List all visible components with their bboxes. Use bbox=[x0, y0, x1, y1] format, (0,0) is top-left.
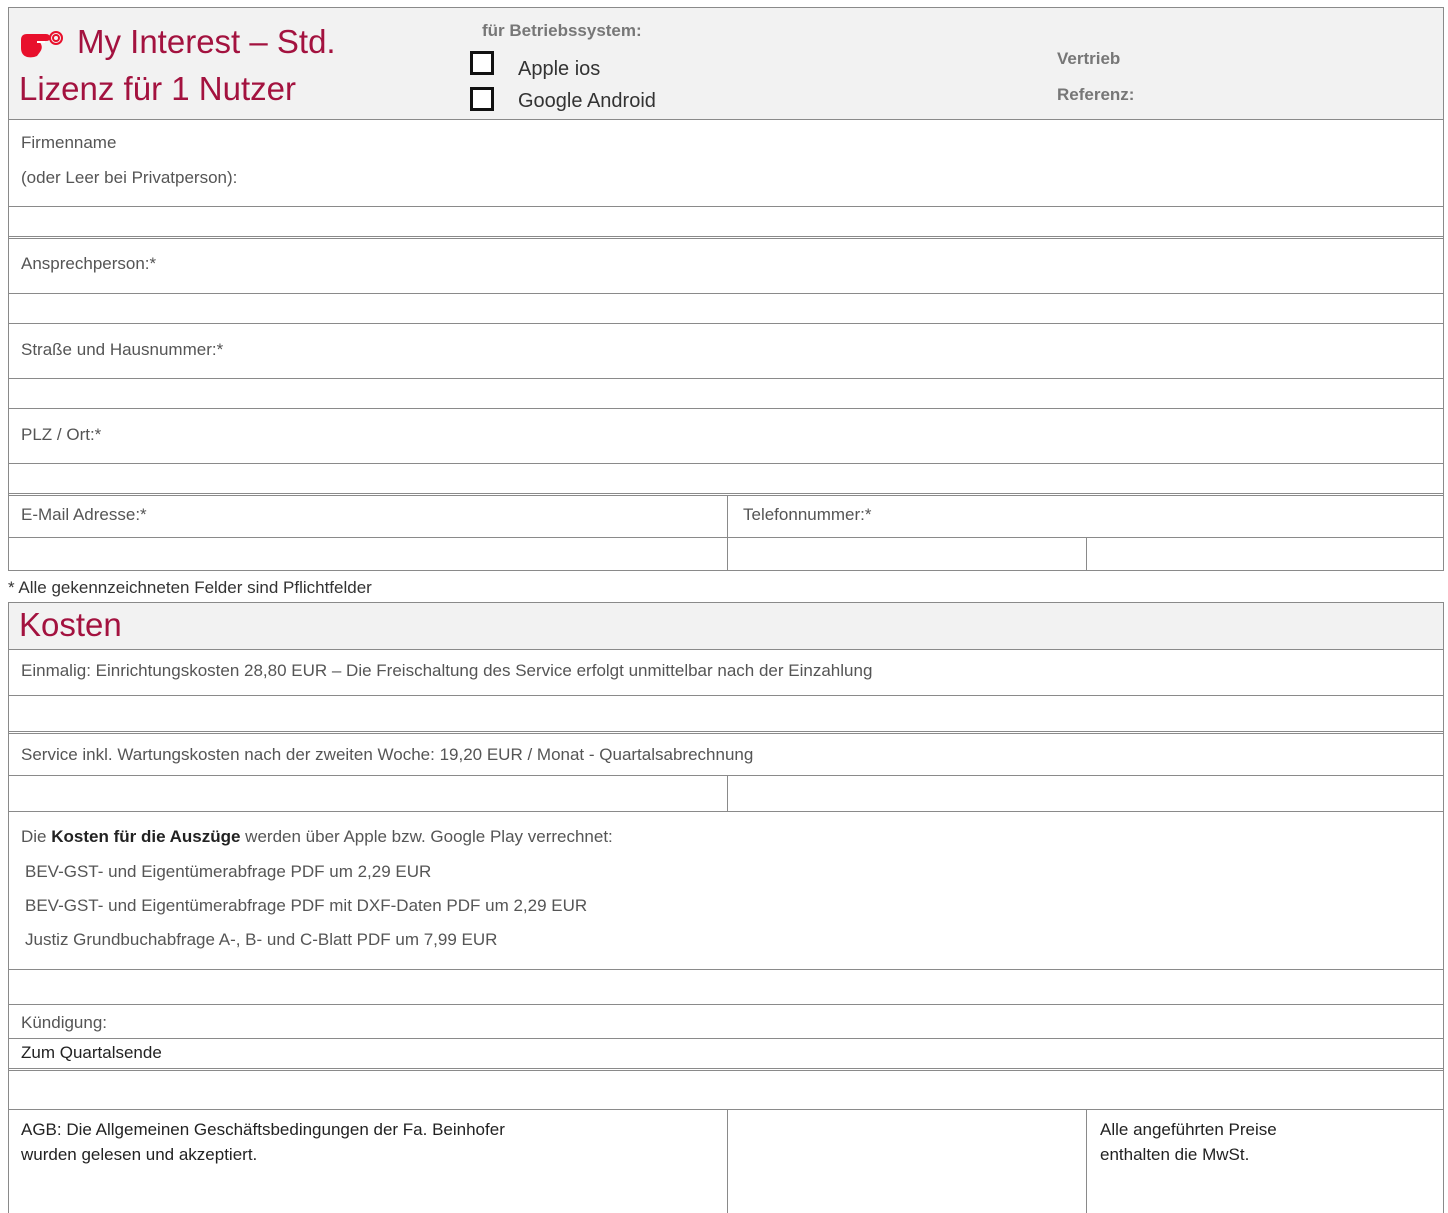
required-fields-note: * Alle gekennzeichneten Felder sind Pfli… bbox=[8, 578, 372, 597]
pointing-hand-icon bbox=[19, 28, 65, 65]
customer-form: My Interest – Std. Lizenz für 1 Nutzer f… bbox=[8, 7, 1444, 571]
agb-text-line2: wurden gelesen und akzeptiert. bbox=[21, 1145, 258, 1164]
vat-note-line2: enthalten die MwSt. bbox=[1100, 1145, 1250, 1164]
extracts-field[interactable] bbox=[9, 969, 1443, 1004]
form-header: My Interest – Std. Lizenz für 1 Nutzer f… bbox=[9, 8, 1443, 119]
company-label: Firmenname bbox=[21, 133, 117, 152]
termination-label: Kündigung: bbox=[21, 1013, 108, 1032]
street-label: Straße und Hausnummer:* bbox=[21, 340, 224, 359]
company-sublabel: (oder Leer bei Privatperson): bbox=[21, 168, 238, 187]
contact-field[interactable] bbox=[9, 293, 1443, 323]
google-android-label: Google Android bbox=[518, 90, 656, 112]
street-field[interactable] bbox=[9, 378, 1443, 408]
extract-item: BEV-GST- und Eigentümerabfrage PDF um 2,… bbox=[25, 862, 432, 881]
extract-item: Justiz Grundbuchabfrage A-, B- und C-Bla… bbox=[25, 930, 498, 949]
service-field-row bbox=[9, 775, 1443, 811]
termination-value-row: Zum Quartalsende bbox=[9, 1038, 1443, 1068]
email-field[interactable] bbox=[9, 538, 727, 570]
email-label: E-Mail Adresse:* bbox=[21, 505, 147, 524]
company-field[interactable] bbox=[9, 206, 1443, 236]
city-label: PLZ / Ort:* bbox=[21, 425, 102, 444]
costs-section: Kosten Einmalig: Einrichtungskosten 28,8… bbox=[8, 602, 1444, 1213]
referenz-label: Referenz: bbox=[1057, 85, 1135, 104]
extracts-row: Die Kosten für die Auszüge werden über A… bbox=[9, 811, 1443, 969]
setup-field[interactable] bbox=[9, 695, 1443, 731]
phone-extra-field[interactable] bbox=[1087, 538, 1443, 570]
city-field[interactable] bbox=[9, 463, 1443, 493]
service-cost-text: Service inkl. Wartungskosten nach der zw… bbox=[21, 745, 754, 764]
vertrieb-label: Vertrieb bbox=[1057, 49, 1121, 68]
termination-label-row: Kündigung: bbox=[9, 1004, 1443, 1038]
service-field-right[interactable] bbox=[728, 776, 1443, 811]
product-title: My Interest – Std. bbox=[77, 23, 336, 60]
service-cost-row: Service inkl. Wartungskosten nach der zw… bbox=[9, 731, 1443, 775]
email-phone-label-row: E-Mail Adresse:* Telefonnummer:* bbox=[9, 493, 1443, 537]
contact-label: Ansprechperson:* bbox=[21, 254, 157, 273]
city-label-row: PLZ / Ort:* bbox=[9, 408, 1443, 463]
license-title: Lizenz für 1 Nutzer bbox=[19, 70, 296, 107]
apple-ios-label: Apple ios bbox=[518, 58, 601, 80]
contact-label-row: Ansprechperson:* bbox=[9, 236, 1443, 293]
service-field-left[interactable] bbox=[9, 776, 727, 811]
phone-label: Telefonnummer:* bbox=[743, 505, 872, 524]
costs-header: Kosten bbox=[9, 603, 1443, 649]
company-label-row: Firmenname (oder Leer bei Privatperson): bbox=[9, 119, 1443, 206]
extracts-intro: Die Kosten für die Auszüge werden über A… bbox=[21, 827, 613, 846]
extract-item: BEV-GST- und Eigentümerabfrage PDF mit D… bbox=[25, 896, 588, 915]
costs-heading: Kosten bbox=[19, 606, 122, 643]
termination-spacer bbox=[9, 1068, 1443, 1109]
vat-note-line1: Alle angeführten Preise bbox=[1100, 1120, 1277, 1139]
apple-ios-checkbox[interactable] bbox=[470, 51, 494, 75]
os-heading: für Betriebssystem: bbox=[482, 21, 642, 40]
agb-row: AGB: Die Allgemeinen Geschäftsbedingunge… bbox=[9, 1109, 1443, 1213]
extracts-bold: Kosten für die Auszüge bbox=[51, 827, 241, 846]
google-android-checkbox[interactable] bbox=[470, 87, 494, 111]
street-label-row: Straße und Hausnummer:* bbox=[9, 323, 1443, 378]
email-phone-field-row bbox=[9, 537, 1443, 570]
agb-text-line1: AGB: Die Allgemeinen Geschäftsbedingunge… bbox=[21, 1120, 505, 1139]
agb-signature-field[interactable] bbox=[728, 1110, 1086, 1213]
termination-value: Zum Quartalsende bbox=[21, 1043, 162, 1062]
setup-cost-text: Einmalig: Einrichtungskosten 28,80 EUR –… bbox=[21, 661, 873, 680]
setup-cost-row: Einmalig: Einrichtungskosten 28,80 EUR –… bbox=[9, 649, 1443, 695]
phone-field[interactable] bbox=[728, 538, 1086, 570]
